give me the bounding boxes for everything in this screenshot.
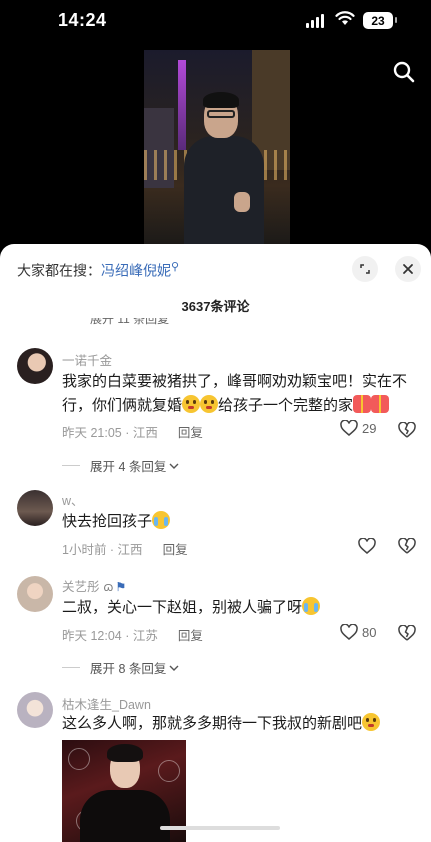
comment-time-location: 昨天 21:05 · 江西 [62, 426, 158, 440]
like-count: 29 [362, 420, 377, 436]
expand-replies-button[interactable]: 展开 4 条回复 [62, 456, 179, 475]
status-bar: 14:24 23 [0, 0, 431, 44]
reply-button[interactable]: 回复 [178, 629, 203, 643]
broken-heart-icon[interactable] [398, 625, 416, 641]
trending-search-prefix: 大家都在搜： [17, 262, 101, 279]
expand-icon [360, 264, 370, 274]
comment-text-part: 快去抢回孩子 [62, 513, 153, 530]
wifi-icon [335, 11, 355, 25]
comment-meta: 昨天 12:04 · 江苏 回复 [62, 625, 203, 644]
chevron-down-icon [169, 463, 179, 469]
broken-heart-icon[interactable] [398, 422, 416, 438]
broken-heart-icon[interactable] [398, 538, 416, 554]
comment-text: 快去抢回孩子 [62, 510, 414, 534]
reply-button[interactable]: 回复 [178, 426, 203, 440]
expand-replies-label: 展开 4 条回复 [90, 460, 167, 474]
close-button[interactable] [395, 256, 421, 282]
smile-emoji-icon [362, 713, 381, 731]
comment-username[interactable]: 关艺彤 ɷ ⚑ [62, 576, 127, 595]
badge-icon: ɷ [103, 580, 114, 594]
clock: 14:24 [58, 10, 107, 30]
comment-time-location: 昨天 12:04 · 江苏 [62, 629, 158, 643]
expand-button[interactable] [352, 256, 378, 282]
comment-meta: 1小时前 · 江西 回复 [62, 539, 188, 558]
sheet-header: 大家都在搜：冯绍峰倪妮⚲ [0, 244, 431, 292]
gift-emoji-icon [371, 395, 390, 413]
expand-replies-button[interactable]: 展开 8 条回复 [62, 658, 179, 677]
gift-emoji-icon [353, 395, 372, 413]
comment-text-part: 给孩子一个完整的家 [218, 397, 354, 414]
crying-emoji-icon [302, 597, 321, 615]
avatar[interactable] [17, 490, 53, 526]
clipped-expand-replies[interactable]: 展开 11 条回复 [90, 318, 169, 326]
comment-meta: 昨天 21:05 · 江西 回复 [62, 422, 203, 441]
comment-username[interactable]: w、 [62, 490, 84, 509]
like-button[interactable]: 80 [340, 624, 376, 640]
avatar[interactable] [17, 692, 53, 728]
heart-icon [340, 420, 358, 436]
video-player[interactable] [144, 50, 290, 244]
crying-emoji-icon [152, 511, 171, 529]
heart-icon[interactable] [358, 538, 376, 554]
pleading-emoji-icon [200, 395, 219, 413]
comment-text: 这么多人啊，那就多多期待一下我叔的新剧吧 [62, 712, 414, 736]
search-icon[interactable] [392, 60, 416, 84]
close-icon [403, 264, 413, 274]
small-search-icon: ⚲ [171, 261, 180, 273]
comment-text-part: 这么多人啊，那就多多期待一下我叔的新剧吧 [62, 715, 363, 732]
battery-indicator: 23 [363, 12, 397, 29]
comment-text: 二叔，关心一下赵姐，别被人骗了呀 [62, 596, 414, 620]
comment-text-part: 二叔，关心一下赵姐，别被人骗了呀 [62, 599, 303, 616]
comment-text: 我家的白菜要被猪拱了，峰哥啊劝劝颖宝吧！实在不行，你们俩就复婚 给孩子一个完整的家 [62, 370, 414, 418]
comment-count: 3637条评论 [181, 299, 250, 314]
pleading-emoji-icon [182, 395, 201, 413]
heart-icon [340, 624, 358, 640]
video-person [184, 92, 264, 244]
comments-sheet: 大家都在搜：冯绍峰倪妮⚲ 3637条评论 展开 11 条回复 一诺千金 我家的白… [0, 244, 431, 842]
chevron-down-icon [169, 665, 179, 671]
comment-time-location: 1小时前 · 江西 [62, 543, 143, 557]
like-count: 80 [362, 624, 377, 640]
cellular-signal-icon [306, 14, 324, 28]
home-indicator [160, 826, 280, 830]
avatar[interactable] [17, 348, 53, 384]
comment-username[interactable]: 枯木逢生_Dawn [62, 694, 151, 713]
trending-search-term[interactable]: 冯绍峰倪妮 [101, 263, 171, 279]
avatar[interactable] [17, 576, 53, 612]
trending-search[interactable]: 大家都在搜：冯绍峰倪妮⚲ [17, 260, 179, 281]
comment-username[interactable]: 一诺千金 [62, 350, 112, 369]
like-button[interactable]: 29 [340, 420, 376, 436]
flag-badge-icon: ⚑ [115, 580, 127, 594]
expand-replies-label: 展开 8 条回复 [90, 662, 167, 676]
comment-username-text: 关艺彤 [62, 580, 100, 594]
reply-button[interactable]: 回复 [163, 543, 188, 557]
